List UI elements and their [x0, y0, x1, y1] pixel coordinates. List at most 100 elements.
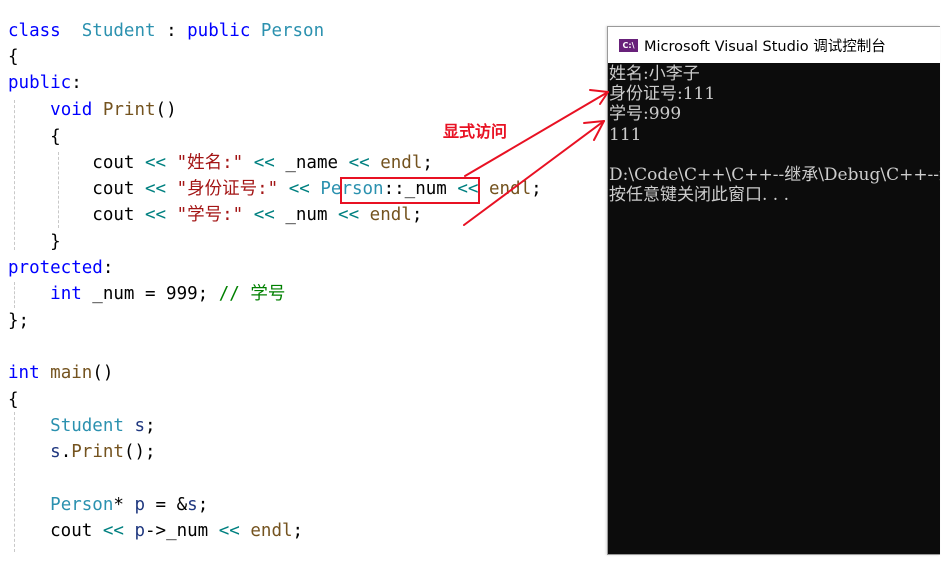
code-token: "姓名:": [176, 153, 244, 173]
code-token: class: [8, 21, 61, 41]
code-token: <<: [218, 521, 240, 541]
code-line[interactable]: Person* p = &s;: [8, 492, 208, 518]
code-token: // 学号: [218, 284, 286, 304]
code-line[interactable]: {: [8, 44, 19, 70]
console-output-line: 按任意键关闭此窗口. . .: [609, 185, 790, 206]
code-line[interactable]: Student s;: [8, 413, 155, 439]
code-token: {: [8, 47, 19, 67]
code-line[interactable]: s.Print();: [8, 439, 156, 465]
code-token: "身份证号:": [176, 179, 279, 199]
code-token: <<: [144, 179, 167, 199]
code-line[interactable]: public:: [8, 70, 82, 96]
code-token: endl: [250, 521, 293, 541]
code-token: ;: [531, 179, 542, 199]
code-token: <<: [288, 179, 310, 199]
code-line[interactable]: void Print(): [8, 97, 177, 123]
code-token: endl: [488, 179, 532, 199]
code-token: "学号:": [176, 205, 244, 225]
console-output-line: 身份证号:111: [609, 84, 716, 105]
code-line[interactable]: int main(): [8, 360, 113, 386]
code-token: _name: [274, 153, 349, 173]
code-token: <<: [144, 153, 167, 173]
code-token: :: [102, 258, 114, 278]
code-line[interactable]: cout << "学号:" << _num << endl;: [8, 202, 422, 228]
code-token: :: [71, 73, 82, 93]
code-token: protected: [8, 258, 103, 278]
code-token: ;: [411, 205, 423, 225]
console-output-line: 姓名:小李子: [609, 64, 700, 84]
console-output-line: D:\Code\C++\C++--继承\Debug\C++--继承.exe: [609, 165, 940, 186]
code-token: cout: [8, 205, 145, 225]
console-output-line: 111: [609, 124, 642, 145]
code-token: s: [187, 495, 198, 515]
code-token: *: [113, 495, 135, 515]
code-token: <<: [348, 153, 370, 173]
code-token: cout: [8, 521, 103, 541]
code-line[interactable]: int _num = 999; // 学号: [8, 281, 285, 307]
code-token: _num: [274, 205, 339, 225]
code-token: endl: [369, 205, 412, 225]
code-line[interactable]: cout << p->_num << endl;: [8, 518, 303, 544]
code-token: <<: [338, 205, 360, 225]
code-token: endl: [380, 153, 423, 173]
code-line[interactable]: };: [8, 308, 29, 334]
code-token: Student: [50, 416, 124, 436]
code-token: Print: [71, 442, 124, 462]
code-token: s: [50, 442, 61, 462]
code-token: <<: [144, 205, 167, 225]
code-token: {: [8, 127, 61, 147]
code-token: ();: [123, 442, 156, 462]
code-token: void: [50, 100, 93, 120]
code-token: p: [134, 521, 145, 541]
code-token: s: [134, 416, 146, 436]
code-token: cout: [8, 179, 145, 199]
code-line[interactable]: {: [8, 124, 61, 150]
code-line[interactable]: cout << "姓名:" << _name << endl;: [8, 150, 433, 176]
code-token: ;: [292, 521, 304, 541]
debug-console-window[interactable]: C:\ Microsoft Visual Studio 调试控制台 姓名:小李子…: [607, 26, 940, 555]
code-token: ->_num: [145, 521, 219, 541]
code-token: ;: [422, 153, 433, 173]
code-token: };: [8, 311, 30, 331]
code-token: {: [8, 390, 19, 410]
code-token: (): [92, 363, 114, 383]
console-app-icon: C:\: [619, 38, 638, 52]
console-titlebar[interactable]: C:\ Microsoft Visual Studio 调试控制台: [608, 27, 940, 63]
code-token: _num = 999;: [81, 284, 219, 304]
code-token: (): [155, 100, 177, 120]
code-line[interactable]: class Student : public Person: [8, 18, 324, 44]
code-line[interactable]: protected:: [8, 255, 113, 281]
code-token: int: [50, 284, 82, 304]
code-line[interactable]: }: [8, 229, 61, 255]
code-token: <<: [253, 205, 275, 225]
code-line[interactable]: {: [8, 387, 19, 413]
explicit-access-highlight-box: [340, 177, 480, 204]
code-editor[interactable]: class Student : public Person { public: vo…: [0, 0, 606, 568]
console-output: 姓名:小李子 身份证号:111 学号:999 111 D:\Code\C++\C++-…: [609, 64, 940, 205]
code-token: Print: [102, 100, 156, 120]
code-token: ;: [197, 495, 209, 515]
code-token: int: [8, 363, 40, 383]
code-token: :: [155, 21, 188, 41]
code-token: <<: [253, 153, 275, 173]
